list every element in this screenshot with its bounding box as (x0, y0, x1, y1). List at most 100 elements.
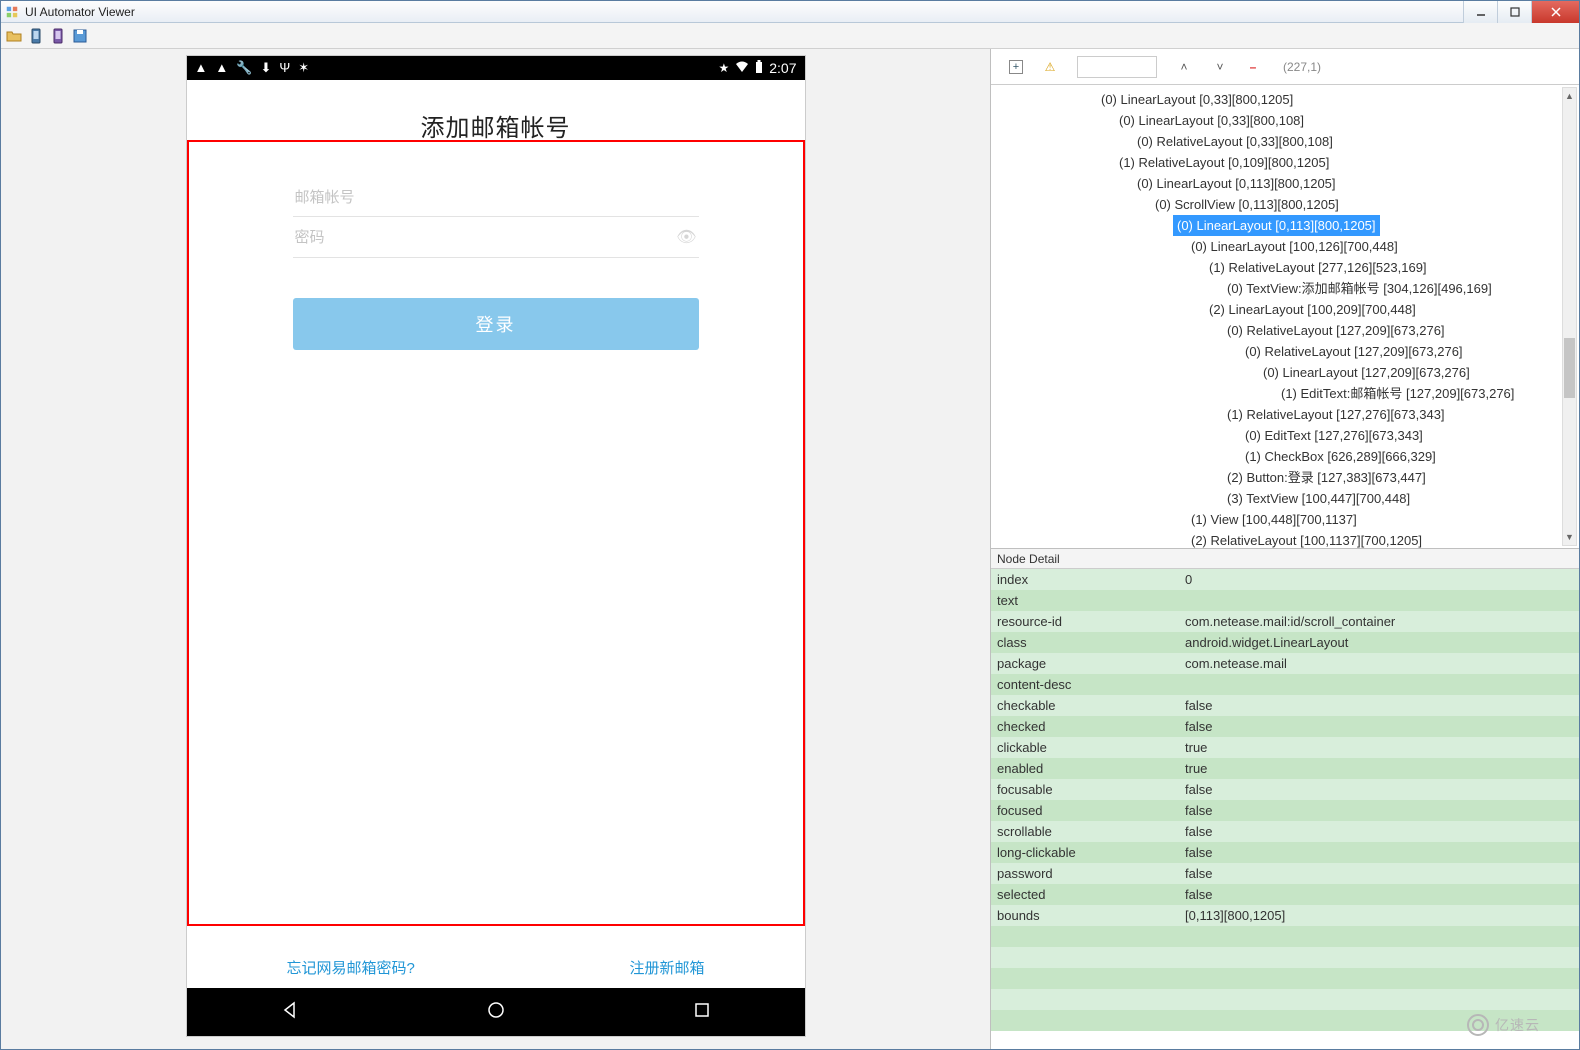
maximize-button[interactable] (1497, 1, 1531, 23)
tree-node[interactable]: (0) TextView:添加邮箱帐号 [304,126][496,169] (1227, 278, 1579, 299)
android-status-bar: ▲ ▲ 🔧 ⬇ Ψ ✶ ★ 2:07 (187, 56, 805, 80)
tree-node[interactable]: (1) View [100,448][700,1137] (1191, 509, 1579, 530)
tree-node[interactable]: (1) RelativeLayout [0,109][800,1205] (1119, 152, 1579, 173)
detail-row-blank (991, 968, 1579, 989)
detail-key: checked (991, 719, 1181, 734)
window-title: UI Automator Viewer (25, 5, 135, 19)
recent-icon[interactable] (692, 1000, 712, 1025)
screenshot-pane: ▲ ▲ 🔧 ⬇ Ψ ✶ ★ 2:07 (1, 49, 991, 1049)
watermark-logo-icon (1467, 1014, 1489, 1036)
tree-node[interactable]: (1) RelativeLayout [127,276][673,343] (1227, 404, 1579, 425)
detail-row-blank (991, 947, 1579, 968)
email-field-row[interactable] (293, 179, 699, 217)
detail-header: Node Detail (991, 549, 1579, 569)
detail-row: text (991, 590, 1579, 611)
tree-node[interactable]: (0) RelativeLayout [127,209][673,276] (1227, 320, 1579, 341)
next-icon[interactable]: ˅ (1211, 58, 1229, 76)
open-icon[interactable] (5, 27, 23, 45)
tree-node[interactable]: (0) LinearLayout [0,33][800,1205] (1101, 89, 1579, 110)
register-link[interactable]: 注册新邮箱 (629, 957, 704, 978)
detail-key: text (991, 593, 1181, 608)
search-input[interactable] (1077, 56, 1157, 78)
detail-value: true (1181, 740, 1579, 755)
detail-key: long-clickable (991, 845, 1181, 860)
detail-row: focusedfalse (991, 800, 1579, 821)
detail-value: false (1181, 866, 1579, 881)
tree-node[interactable]: (0) LinearLayout [100,126][700,448] (1191, 236, 1579, 257)
detail-value: 0 (1181, 572, 1579, 587)
tree-node[interactable]: (0) LinearLayout [0,113][800,1205] (1173, 215, 1380, 236)
login-button[interactable]: 登录 (293, 298, 699, 350)
toolbar (1, 23, 1579, 49)
expand-all-icon[interactable]: + (1009, 60, 1023, 74)
tree-node[interactable]: (1) CheckBox [626,289][666,329] (1245, 446, 1579, 467)
minimize-button[interactable] (1463, 1, 1497, 23)
device-screenshot-icon[interactable] (27, 27, 45, 45)
wrench-icon: 🔧 (236, 60, 252, 76)
tree-node[interactable]: (0) LinearLayout [0,33][800,108] (1119, 110, 1579, 131)
detail-value: false (1181, 845, 1579, 860)
device-screenshot-compressed-icon[interactable] (49, 27, 67, 45)
tree-node[interactable]: (2) LinearLayout [100,209][700,448] (1209, 299, 1579, 320)
tree-node[interactable]: (0) LinearLayout [0,113][800,1205] (1137, 173, 1579, 194)
detail-row: checkablefalse (991, 695, 1579, 716)
usb-icon: Ψ (279, 60, 290, 76)
tree-node[interactable]: (0) ScrollView [0,113][800,1205] (1155, 194, 1579, 215)
detail-row-blank (991, 926, 1579, 947)
window-buttons (1463, 1, 1579, 23)
detail-key: resource-id (991, 614, 1181, 629)
back-icon[interactable] (280, 1000, 300, 1025)
tree-node[interactable]: (1) EditText:邮箱帐号 [127,209][673,276] (1281, 383, 1579, 404)
scroll-down-icon[interactable]: ▼ (1563, 529, 1576, 545)
tree-node[interactable]: (0) EditText [127,276][673,343] (1245, 425, 1579, 446)
detail-key: checkable (991, 698, 1181, 713)
tree-node[interactable]: (0) RelativeLayout [127,209][673,276] (1245, 341, 1579, 362)
email-input[interactable] (295, 189, 697, 206)
close-button[interactable] (1531, 1, 1579, 23)
detail-row: bounds[0,113][800,1205] (991, 905, 1579, 926)
detail-key: clickable (991, 740, 1181, 755)
detail-row: checkedfalse (991, 716, 1579, 737)
eye-icon[interactable]: 👁 (676, 227, 696, 247)
detail-key: focused (991, 803, 1181, 818)
scroll-thumb[interactable] (1564, 338, 1575, 398)
warning-icon: ▲ (215, 60, 228, 76)
naf-warning-icon[interactable]: ⚠ (1041, 58, 1059, 76)
tree-node[interactable]: (2) RelativeLayout [100,1137][700,1205] (1191, 530, 1579, 549)
detail-key: selected (991, 887, 1181, 902)
download-icon: ⬇ (260, 60, 271, 76)
tree-node[interactable]: (3) TextView [100,447][700,448] (1227, 488, 1579, 509)
tree-node[interactable]: (0) RelativeLayout [0,33][800,108] (1137, 131, 1579, 152)
app-window: UI Automator Viewer ▲ ▲ 🔧 (0, 0, 1580, 1050)
prev-icon[interactable]: ˄ (1175, 58, 1193, 76)
detail-value: false (1181, 782, 1579, 797)
tree-scrollbar[interactable]: ▲ ▼ (1562, 87, 1577, 546)
tree-node[interactable]: (0) LinearLayout [127,209][673,276] (1263, 362, 1579, 383)
watermark: 亿速云 (1467, 1014, 1540, 1036)
detail-value: true (1181, 761, 1579, 776)
detail-row: selectedfalse (991, 884, 1579, 905)
scroll-up-icon[interactable]: ▲ (1563, 88, 1576, 104)
detail-value: android.widget.LinearLayout (1181, 635, 1579, 650)
star-icon: ★ (718, 61, 729, 75)
app-icon (5, 5, 19, 19)
detail-value: com.netease.mail (1181, 656, 1579, 671)
node-detail-table: index0textresource-idcom.netease.mail:id… (991, 569, 1579, 1049)
clear-icon[interactable]: – (1247, 60, 1259, 74)
detail-row: scrollablefalse (991, 821, 1579, 842)
detail-row: packagecom.netease.mail (991, 653, 1579, 674)
detail-value: false (1181, 698, 1579, 713)
hierarchy-tree[interactable]: ▲ ▼ (0) LinearLayout [0,33][800,1205](0)… (991, 85, 1579, 549)
tree-node[interactable]: (2) Button:登录 [127,383][673,447] (1227, 467, 1579, 488)
detail-key: password (991, 866, 1181, 881)
device-frame: ▲ ▲ 🔧 ⬇ Ψ ✶ ★ 2:07 (187, 56, 805, 1036)
tree-node[interactable]: (1) RelativeLayout [277,126][523,169] (1209, 257, 1579, 278)
forgot-password-link[interactable]: 忘记网易邮箱密码? (287, 957, 415, 978)
password-field-row[interactable]: 👁 (293, 217, 699, 258)
detail-key: scrollable (991, 824, 1181, 839)
detail-key: bounds (991, 908, 1181, 923)
bug-icon: ✶ (298, 60, 309, 76)
save-icon[interactable] (71, 27, 89, 45)
home-icon[interactable] (486, 1000, 506, 1025)
password-input[interactable] (295, 229, 677, 246)
